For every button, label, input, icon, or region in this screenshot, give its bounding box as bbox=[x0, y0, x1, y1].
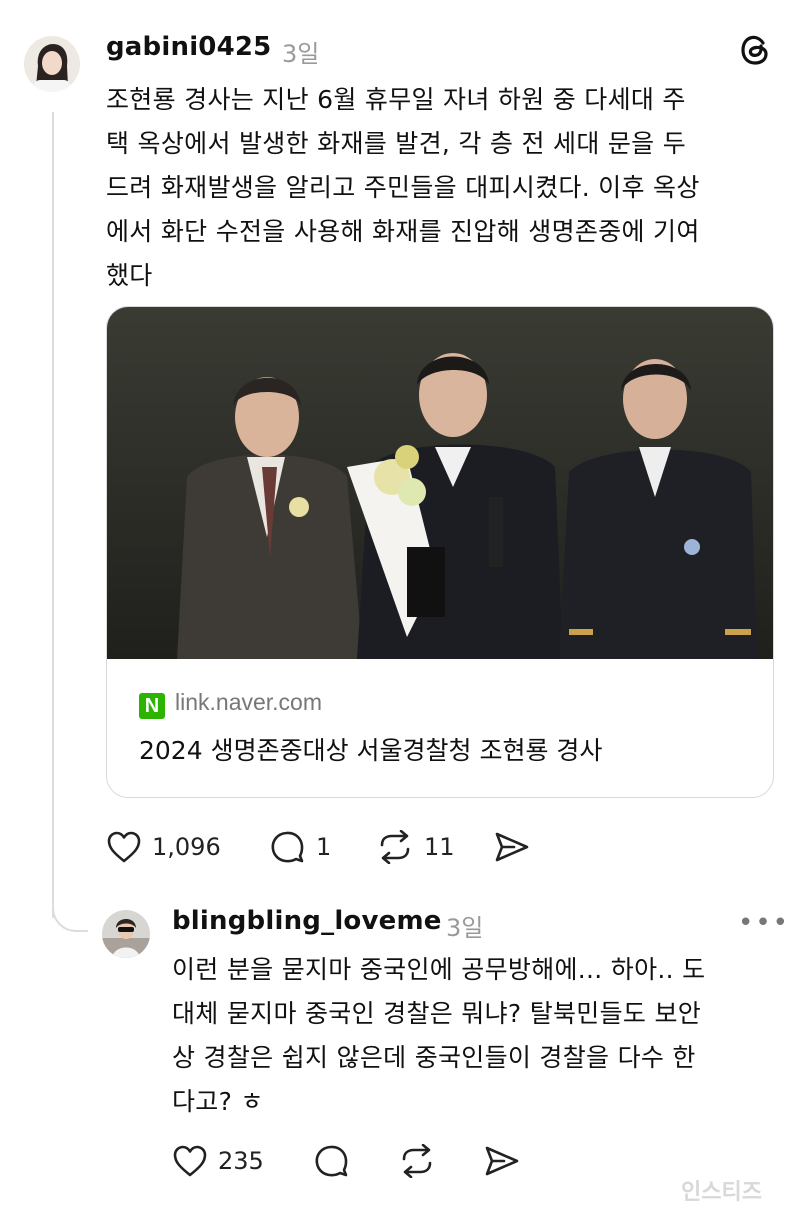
reply-share-button[interactable] bbox=[484, 1144, 520, 1178]
reply-time: 3일 bbox=[446, 914, 484, 942]
repost-count: 11 bbox=[424, 833, 455, 861]
avatar-image bbox=[102, 910, 150, 958]
heart-icon bbox=[173, 1145, 207, 1177]
repost-icon bbox=[402, 1144, 432, 1178]
reply-like-count: 235 bbox=[218, 1147, 264, 1175]
reply-comment-button[interactable] bbox=[314, 1144, 350, 1178]
link-title[interactable]: 2024 생명존중대상 서울경찰청 조현룡 경사 bbox=[139, 731, 602, 767]
link-preview-image bbox=[107, 307, 773, 659]
reply-like-button[interactable]: 235 bbox=[172, 1144, 264, 1178]
more-options-icon[interactable]: ••• bbox=[738, 908, 790, 938]
comment-button[interactable]: 1 bbox=[270, 830, 331, 864]
post-text: 조현룡 경사는 지난 6월 휴무일 자녀 하원 중 다세대 주 택 옥상에서 발… bbox=[106, 85, 700, 290]
reply-connector-curve bbox=[52, 880, 88, 932]
share-button[interactable] bbox=[494, 830, 530, 864]
heart-icon bbox=[107, 831, 141, 863]
avatar-image bbox=[24, 36, 80, 92]
like-button[interactable]: 1,096 bbox=[106, 830, 221, 864]
naver-logo-icon: N bbox=[139, 693, 165, 719]
thread-connector-line bbox=[52, 112, 54, 918]
link-preview-card[interactable]: N link.naver.com 2024 생명존중대상 서울경찰청 조현룡 경… bbox=[106, 306, 774, 798]
post-username[interactable]: gabini0425 bbox=[106, 32, 271, 62]
reply-avatar[interactable] bbox=[102, 910, 150, 958]
reply-repost-button[interactable] bbox=[398, 1144, 436, 1178]
threads-logo-icon[interactable] bbox=[738, 33, 772, 67]
repost-button[interactable]: 11 bbox=[376, 830, 455, 864]
repost-icon bbox=[380, 830, 410, 864]
comment-bubble-icon bbox=[315, 1145, 348, 1177]
send-icon bbox=[485, 1146, 519, 1176]
reply-username[interactable]: blingbling_loveme bbox=[172, 906, 442, 936]
post-time: 3일 bbox=[282, 40, 320, 68]
avatar[interactable] bbox=[24, 36, 80, 92]
link-domain: link.naver.com bbox=[175, 689, 323, 715]
watermark: 인스티즈 bbox=[681, 1180, 762, 1205]
reply-text: 이런 분을 묻지마 중국인에 공무방해에... 하아.. 도 대체 묻지마 중국… bbox=[172, 955, 706, 1116]
comment-bubble-icon bbox=[271, 831, 304, 863]
like-count: 1,096 bbox=[152, 833, 221, 861]
send-icon bbox=[495, 832, 529, 862]
comment-count: 1 bbox=[316, 833, 332, 861]
